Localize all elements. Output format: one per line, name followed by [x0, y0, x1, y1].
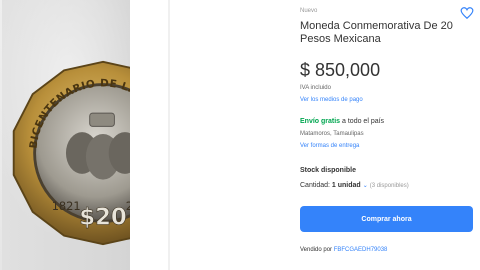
heart-outline-icon[interactable] [460, 6, 474, 20]
coin-image: BICENTENARIO DE LA INDEPENDENCIA NACIONA… [8, 58, 130, 246]
quantity-value: 1 unidad [331, 182, 361, 189]
seller-info: Vendido por FBFCGAEDH79038 [300, 247, 387, 253]
stock-label: Stock disponible [300, 167, 357, 174]
shipping-scope: a todo el país [340, 118, 385, 125]
purchase-panel: Nuevo Moneda Conmemorativa De 20 Pesos M… [290, 0, 480, 270]
chevron-down-icon[interactable]: ⌄ [363, 183, 368, 189]
seller-prefix: Vendido por [300, 247, 334, 253]
condition-label: Nuevo [300, 8, 318, 14]
coin-emblem [89, 112, 115, 127]
quantity-prefix: Cantidad: [300, 182, 332, 189]
payment-methods-link[interactable]: Ver los medios de pago [300, 97, 363, 103]
shipping-options-link[interactable]: Ver formas de entrega [300, 143, 359, 149]
product-photo[interactable]: BICENTENARIO DE LA INDEPENDENCIA NACIONA… [2, 0, 130, 270]
product-title: Moneda Conmemorativa De 20 Pesos Mexican… [300, 20, 453, 45]
quantity-selector[interactable]: Cantidad: 1 unidad ⌄ (3 disponibles) [300, 182, 409, 189]
coin-year-left: 1821 [52, 199, 81, 213]
coin-denomination: $20 [79, 204, 127, 230]
free-shipping-label: Envío gratis [300, 118, 341, 125]
shipping-info: Envío gratis a todo el país [300, 118, 384, 125]
buy-now-button[interactable]: Comprar ahora [300, 206, 473, 232]
tax-note: IVA incluido [300, 85, 331, 91]
product-price: $ 850,000 [300, 60, 381, 80]
column-divider [168, 0, 170, 270]
available-count: (3 disponibles) [369, 183, 409, 189]
product-image-area: BICENTENARIO DE LA INDEPENDENCIA NACIONA… [0, 0, 130, 270]
seller-location: Matamoros, Tamaulipas [300, 131, 364, 137]
seller-name-link[interactable]: FBFCGAEDH79038 [334, 247, 388, 253]
